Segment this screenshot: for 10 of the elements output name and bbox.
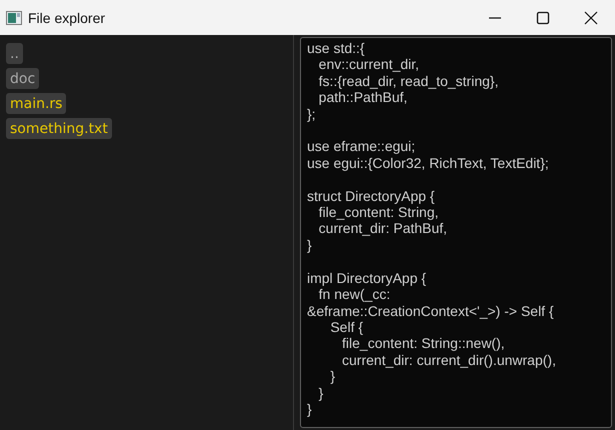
code-editor[interactable]: use std::{ env::current_dir, fs::{read_dir, read_to_string}, path::PathBuf, }; use eframe::egui; use egui::{Color32, RichText, TextEdit}; struct DirectoryApp { file_content: String, current_dir: PathBuf, } impl DirectoryApp { fn new(_cc: &eframe::CreationContext<'_>) -> Self { Self { file_content: String::new(), current_dir: current_dir().unwrap(), } } } <box>300 37 612 428</box>
minimize-icon <box>489 16 501 18</box>
file-entry[interactable]: .. <box>6 43 23 64</box>
window-title: File explorer <box>28 10 106 26</box>
close-icon <box>584 10 598 24</box>
file-entry[interactable]: doc <box>6 68 40 89</box>
app-icon <box>6 10 22 24</box>
maximize-icon <box>536 10 550 24</box>
file-entry[interactable]: main.rs <box>6 93 66 114</box>
file-entry[interactable]: something.txt <box>6 118 112 139</box>
